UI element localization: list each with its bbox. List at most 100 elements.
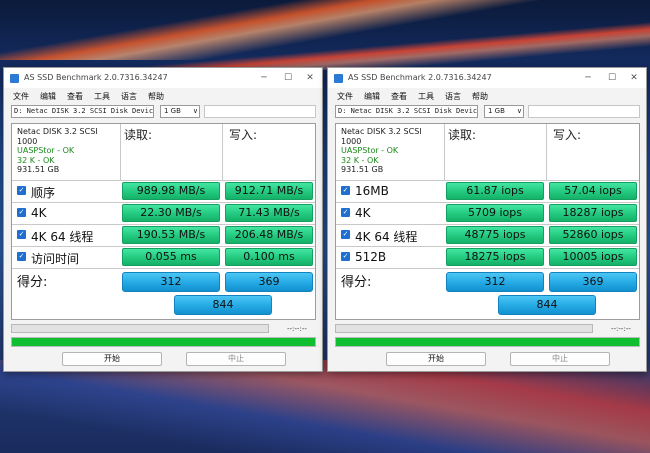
- toolbar: D: Netac DISK 3.2 SCSI Disk Devic 1 GB ∨: [4, 104, 322, 120]
- menu-view[interactable]: 查看: [67, 91, 83, 102]
- test-row-16mb: ✓ 16MB 61.87 iops 57.04 iops: [336, 180, 639, 202]
- close-icon[interactable]: ✕: [304, 72, 316, 84]
- score-write: 369: [549, 272, 637, 292]
- read-header: 读取:: [448, 128, 477, 142]
- menu-language[interactable]: 语言: [445, 91, 461, 102]
- drive-capacity: 931.51 GB: [341, 165, 384, 174]
- menu-help[interactable]: 帮助: [472, 91, 488, 102]
- read-value: 48775 iops: [446, 226, 544, 244]
- elapsed-time: --:--:--: [287, 325, 307, 333]
- toolbar: D: Netac DISK 3.2 SCSI Disk Devic 1 GB ∨: [328, 104, 646, 120]
- column-separator: [444, 124, 445, 180]
- test-size-value: 1 GB: [488, 107, 505, 115]
- read-value: 190.53 MB/s: [122, 226, 220, 244]
- checkbox-checked-icon[interactable]: ✓: [341, 252, 350, 261]
- menu-tools[interactable]: 工具: [418, 91, 434, 102]
- maximize-icon[interactable]: ☐: [282, 72, 294, 84]
- elapsed-time: --:--:--: [611, 325, 631, 333]
- checkbox-checked-icon[interactable]: ✓: [17, 208, 26, 217]
- drive-select-value: D: Netac DISK 3.2 SCSI Disk Devic: [14, 107, 154, 115]
- menu-file[interactable]: 文件: [337, 91, 353, 102]
- test-row-4k64: ✓ 4K 64 线程 190.53 MB/s 206.48 MB/s: [12, 224, 315, 246]
- alignment-status: 32 K - OK: [341, 155, 379, 165]
- score-label: 得分:: [17, 275, 48, 290]
- checkbox-checked-icon[interactable]: ✓: [341, 186, 350, 195]
- score-area: 得分: 312 369 844: [12, 269, 315, 319]
- status-field: [528, 105, 640, 118]
- app-icon: [10, 74, 19, 83]
- title-bar[interactable]: AS SSD Benchmark 2.0.7316.34247 ─ ☐ ✕: [4, 68, 322, 88]
- score-area: 得分: 312 369 844: [336, 269, 639, 319]
- drive-select-value: D: Netac DISK 3.2 SCSI Disk Devic: [338, 107, 478, 115]
- write-value: 52860 iops: [549, 226, 637, 244]
- write-header: 写入:: [229, 128, 258, 142]
- menu-file[interactable]: 文件: [13, 91, 29, 102]
- column-separator: [546, 124, 547, 180]
- results-grid: Netac DISK 3.2 SCSI 1000 UASPStor - OK 3…: [335, 123, 640, 320]
- read-value: 22.30 MB/s: [122, 204, 220, 222]
- chevron-down-icon: ∨: [516, 107, 522, 115]
- results-grid: Netac DISK 3.2 SCSI 1000 UASPStor - OK 3…: [11, 123, 316, 320]
- chevron-down-icon: ∨: [192, 107, 198, 115]
- checkbox-checked-icon[interactable]: ✓: [17, 252, 26, 261]
- menu-edit[interactable]: 编辑: [364, 91, 380, 102]
- start-button[interactable]: 开始: [386, 352, 486, 366]
- write-value: 0.100 ms: [225, 248, 313, 266]
- checkbox-checked-icon[interactable]: ✓: [17, 186, 26, 195]
- benchmark-window-iops: AS SSD Benchmark 2.0.7316.34247 ─ ☐ ✕ 文件…: [327, 67, 647, 372]
- menu-view[interactable]: 查看: [391, 91, 407, 102]
- benchmark-window-mbps: AS SSD Benchmark 2.0.7316.34247 ─ ☐ ✕ 文件…: [3, 67, 323, 372]
- wallpaper-streak: [0, 0, 650, 60]
- start-button[interactable]: 开始: [62, 352, 162, 366]
- column-separator: [120, 124, 121, 180]
- minimize-icon[interactable]: ─: [582, 72, 594, 84]
- test-label: 4K 64 线程: [31, 230, 94, 244]
- write-value: 71.43 MB/s: [225, 204, 313, 222]
- menu-tools[interactable]: 工具: [94, 91, 110, 102]
- write-header: 写入:: [553, 128, 582, 142]
- write-value: 10005 iops: [549, 248, 637, 266]
- stop-button[interactable]: 中止: [186, 352, 286, 366]
- test-label: 4K: [355, 206, 371, 220]
- driver-status: UASPStor - OK: [17, 146, 75, 155]
- menu-language[interactable]: 语言: [121, 91, 137, 102]
- stop-button[interactable]: 中止: [510, 352, 610, 366]
- drive-model: Netac DISK 3.2 SCSI: [17, 127, 98, 136]
- write-value: 912.71 MB/s: [225, 182, 313, 200]
- checkbox-checked-icon[interactable]: ✓: [341, 208, 350, 217]
- score-total: 844: [498, 295, 596, 315]
- overall-progress-bar: [11, 337, 316, 347]
- wallpaper-streak: [0, 20, 650, 70]
- checkbox-checked-icon[interactable]: ✓: [17, 230, 26, 239]
- score-read: 312: [122, 272, 220, 292]
- read-value: 18275 iops: [446, 248, 544, 266]
- window-title: AS SSD Benchmark 2.0.7316.34247: [348, 73, 492, 82]
- read-value: 61.87 iops: [446, 182, 544, 200]
- checkbox-checked-icon[interactable]: ✓: [341, 230, 350, 239]
- read-value: 0.055 ms: [122, 248, 220, 266]
- test-label: 16MB: [355, 184, 389, 198]
- score-total: 844: [174, 295, 272, 315]
- drive-select[interactable]: D: Netac DISK 3.2 SCSI Disk Devic: [335, 105, 478, 118]
- close-icon[interactable]: ✕: [628, 72, 640, 84]
- alignment-status: 32 K - OK: [17, 155, 55, 165]
- drive-firmware: 1000: [341, 136, 362, 146]
- test-size-select[interactable]: 1 GB ∨: [160, 105, 200, 118]
- write-value: 57.04 iops: [549, 182, 637, 200]
- drive-select[interactable]: D: Netac DISK 3.2 SCSI Disk Devic: [11, 105, 154, 118]
- menu-help[interactable]: 帮助: [148, 91, 164, 102]
- maximize-icon[interactable]: ☐: [606, 72, 618, 84]
- title-bar[interactable]: AS SSD Benchmark 2.0.7316.34247 ─ ☐ ✕: [328, 68, 646, 88]
- menu-edit[interactable]: 编辑: [40, 91, 56, 102]
- test-size-select[interactable]: 1 GB ∨: [484, 105, 524, 118]
- test-row-seq: ✓ 顺序 989.98 MB/s 912.71 MB/s: [12, 180, 315, 202]
- progress-fill: [336, 338, 639, 346]
- test-progress-bar: [335, 324, 593, 333]
- app-icon: [334, 74, 343, 83]
- read-value: 5709 iops: [446, 204, 544, 222]
- drive-model: Netac DISK 3.2 SCSI: [341, 127, 422, 136]
- minimize-icon[interactable]: ─: [258, 72, 270, 84]
- progress-fill: [12, 338, 315, 346]
- test-label: 512B: [355, 250, 387, 264]
- drive-info: Netac DISK 3.2 SCSI 1000 UASPStor - OK 3…: [12, 124, 116, 180]
